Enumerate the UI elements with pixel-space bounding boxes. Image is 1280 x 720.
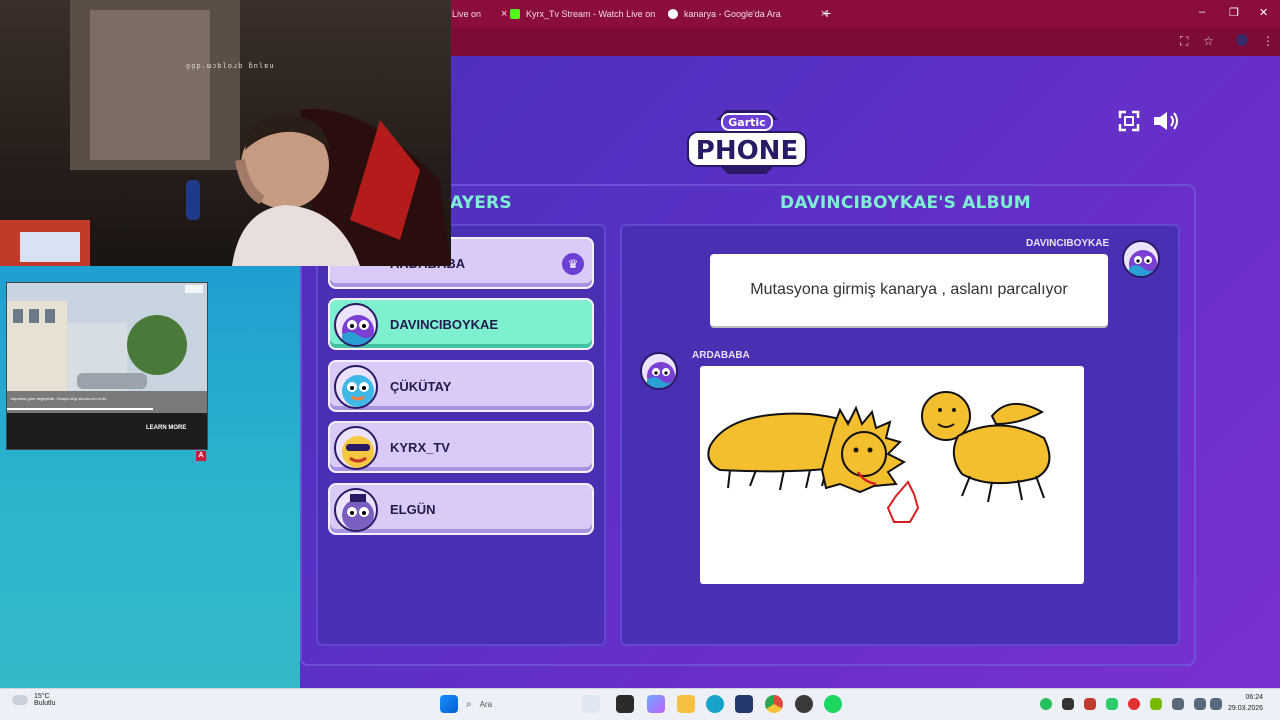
tray-app-icon[interactable] bbox=[1084, 698, 1096, 710]
logo-top-text: Gartic bbox=[728, 116, 765, 129]
entry-author: DAVINCIBOYKAE bbox=[1026, 238, 1110, 249]
obs-icon[interactable] bbox=[795, 695, 813, 713]
taskview-icon[interactable] bbox=[616, 695, 634, 713]
player-avatar bbox=[334, 426, 378, 470]
player-card-active[interactable]: DAVINCIBOYKAE bbox=[328, 298, 594, 350]
new-tab-button[interactable]: + bbox=[823, 5, 831, 21]
clock-time: 06:24 bbox=[1245, 694, 1264, 701]
minimize-button[interactable]: – bbox=[1199, 6, 1205, 18]
bookmark-star-icon[interactable]: ☆ bbox=[1203, 34, 1214, 48]
tray-app-icon[interactable] bbox=[1106, 698, 1118, 710]
player-card[interactable]: ÇÜKÜTAY bbox=[328, 360, 594, 412]
gartic-phone-logo: Gartic PHONE bbox=[687, 110, 807, 174]
system-clock[interactable]: 06:24 29.03.2026 bbox=[1228, 692, 1263, 714]
entry-author: ARDABABA bbox=[692, 350, 750, 361]
tray-app-icon[interactable] bbox=[1128, 698, 1140, 710]
browser-tab[interactable]: Kyrx_Tv Stream - Watch Live on × bbox=[510, 4, 674, 24]
microphone-icon[interactable] bbox=[1172, 698, 1184, 710]
profile-avatar[interactable] bbox=[1236, 34, 1248, 46]
webcam-overlay-text: ǫǫp.ɯɔbloɹb ƃnlɐu bbox=[186, 62, 275, 70]
player-avatar bbox=[334, 303, 378, 347]
author-avatar bbox=[1122, 240, 1160, 278]
player-avatar bbox=[334, 365, 378, 409]
player-avatar bbox=[334, 488, 378, 532]
menu-dots-icon[interactable]: ⋮ bbox=[1262, 34, 1274, 48]
edge-icon[interactable] bbox=[706, 695, 724, 713]
player-card[interactable]: ELGÜN bbox=[328, 483, 594, 535]
author-avatar bbox=[640, 352, 678, 390]
network-icon[interactable] bbox=[1194, 698, 1206, 710]
tab-close-icon[interactable]: × bbox=[501, 8, 507, 20]
player-name: ELGÜN bbox=[390, 502, 436, 517]
crown-icon: ♛ bbox=[562, 253, 584, 275]
browser-tab[interactable]: Live on × bbox=[452, 4, 507, 24]
restore-button[interactable]: ❐ bbox=[1229, 6, 1239, 19]
top-icons bbox=[1118, 110, 1180, 132]
store-icon[interactable] bbox=[735, 695, 753, 713]
file-explorer-icon[interactable] bbox=[677, 695, 695, 713]
cloud-icon bbox=[12, 695, 28, 705]
learn-more-button[interactable]: LEARN MORE bbox=[146, 425, 186, 431]
weather-widget[interactable]: 15°C Bulutlu bbox=[12, 693, 55, 707]
chrome-icon[interactable] bbox=[765, 695, 783, 713]
search-icon: ⌕ bbox=[466, 698, 472, 710]
player-name: ÇÜKÜTAY bbox=[390, 379, 452, 394]
weather-temp: 15°C bbox=[34, 693, 50, 700]
weather-desc: Bulutlu bbox=[34, 700, 56, 707]
lighthouse-icon[interactable] bbox=[582, 695, 600, 713]
fullscreen-icon[interactable] bbox=[1118, 110, 1140, 132]
volume-tray-icon[interactable] bbox=[1210, 698, 1222, 710]
entry-text: Mutasyona girmiş kanarya , aslanı parcal… bbox=[750, 281, 1068, 298]
players-title: AYERS bbox=[450, 193, 512, 213]
tab-title: kanarya - Google'da Ara bbox=[684, 9, 781, 19]
logo-bottom-text: PHONE bbox=[696, 136, 798, 166]
translate-icon[interactable]: ⛶ bbox=[1180, 34, 1188, 49]
spotify-icon[interactable] bbox=[824, 695, 842, 713]
browser-tab[interactable]: kanarya - Google'da Ara × bbox=[668, 4, 827, 24]
webcam-feed bbox=[0, 0, 451, 266]
tab-title: Kyrx_Tv Stream - Watch Live on bbox=[526, 9, 656, 19]
player-name: DAVINCIBOYKAE bbox=[390, 317, 499, 332]
player-card[interactable]: KYRX_TV bbox=[328, 421, 594, 473]
nvidia-icon[interactable] bbox=[1150, 698, 1162, 710]
ad-marker-badge: A bbox=[196, 451, 206, 461]
album-text-entry: Mutasyona girmiş kanarya , aslanı parcal… bbox=[710, 254, 1108, 326]
tab-title: Live on bbox=[452, 9, 482, 19]
volume-icon[interactable] bbox=[1152, 110, 1180, 132]
copilot-icon[interactable] bbox=[647, 695, 665, 713]
tray-app-icon[interactable] bbox=[1040, 698, 1052, 710]
windows-start-icon[interactable] bbox=[440, 695, 458, 713]
search-placeholder: Ara bbox=[479, 699, 493, 709]
google-icon bbox=[668, 9, 678, 19]
ad-video-frame bbox=[7, 283, 207, 413]
album-title: DAVINCIBOYKAE'S ALBUM bbox=[780, 193, 1031, 213]
player-name: KYRX_TV bbox=[390, 440, 450, 455]
webcam-overlay: ǫǫp.ɯɔbloɹb ƃnlɐu bbox=[0, 0, 451, 266]
tray-app-icon[interactable] bbox=[1062, 698, 1074, 710]
ad-caption: kapatma güre değişebilir. Detaylı bilgi … bbox=[11, 396, 107, 401]
album-drawing bbox=[700, 366, 1084, 584]
clock-date: 29.03.2026 bbox=[1228, 705, 1264, 712]
ad-info-icon[interactable] bbox=[185, 285, 203, 293]
close-window-button[interactable]: ✕ bbox=[1259, 6, 1268, 19]
kick-icon bbox=[510, 9, 520, 19]
